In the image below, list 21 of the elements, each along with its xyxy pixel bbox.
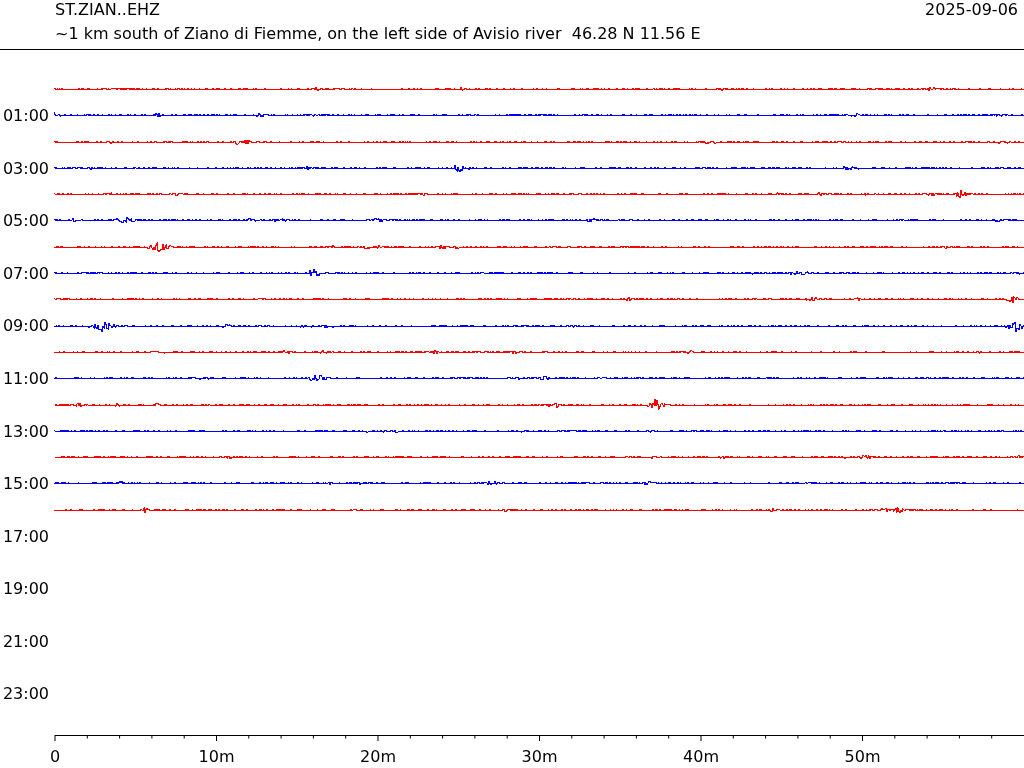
axis-label: 10m bbox=[198, 747, 235, 767]
station-code: ST.ZIAN..EHZ bbox=[55, 0, 160, 20]
hour-label: 13:00 bbox=[2, 421, 49, 441]
hour-label: 05:00 bbox=[2, 211, 49, 231]
hour-label: 01:00 bbox=[2, 105, 49, 125]
hour-label: 03:00 bbox=[2, 158, 49, 178]
axis-label: 30m bbox=[521, 747, 558, 767]
axis-label: 0 bbox=[49, 747, 61, 767]
location-description: ~1 km south of Ziano di Fiemme, on the left side of Avisio river 46.28 N 11.56 E bbox=[55, 23, 702, 45]
hour-label: 23:00 bbox=[2, 684, 49, 704]
hour-label: 11:00 bbox=[2, 368, 49, 388]
hour-label: 21:00 bbox=[2, 631, 49, 651]
axis-label: 40m bbox=[683, 747, 719, 767]
axis-label: 20m bbox=[360, 747, 396, 767]
hour-label: 09:00 bbox=[2, 316, 49, 336]
hour-label: 15:00 bbox=[2, 474, 49, 494]
hour-label: 19:00 bbox=[2, 579, 49, 599]
hour-label: 07:00 bbox=[2, 263, 49, 283]
date-label: 2025-09-06 bbox=[925, 0, 1018, 20]
axis-label: 50m bbox=[844, 747, 881, 767]
hour-label: 17:00 bbox=[2, 526, 49, 546]
